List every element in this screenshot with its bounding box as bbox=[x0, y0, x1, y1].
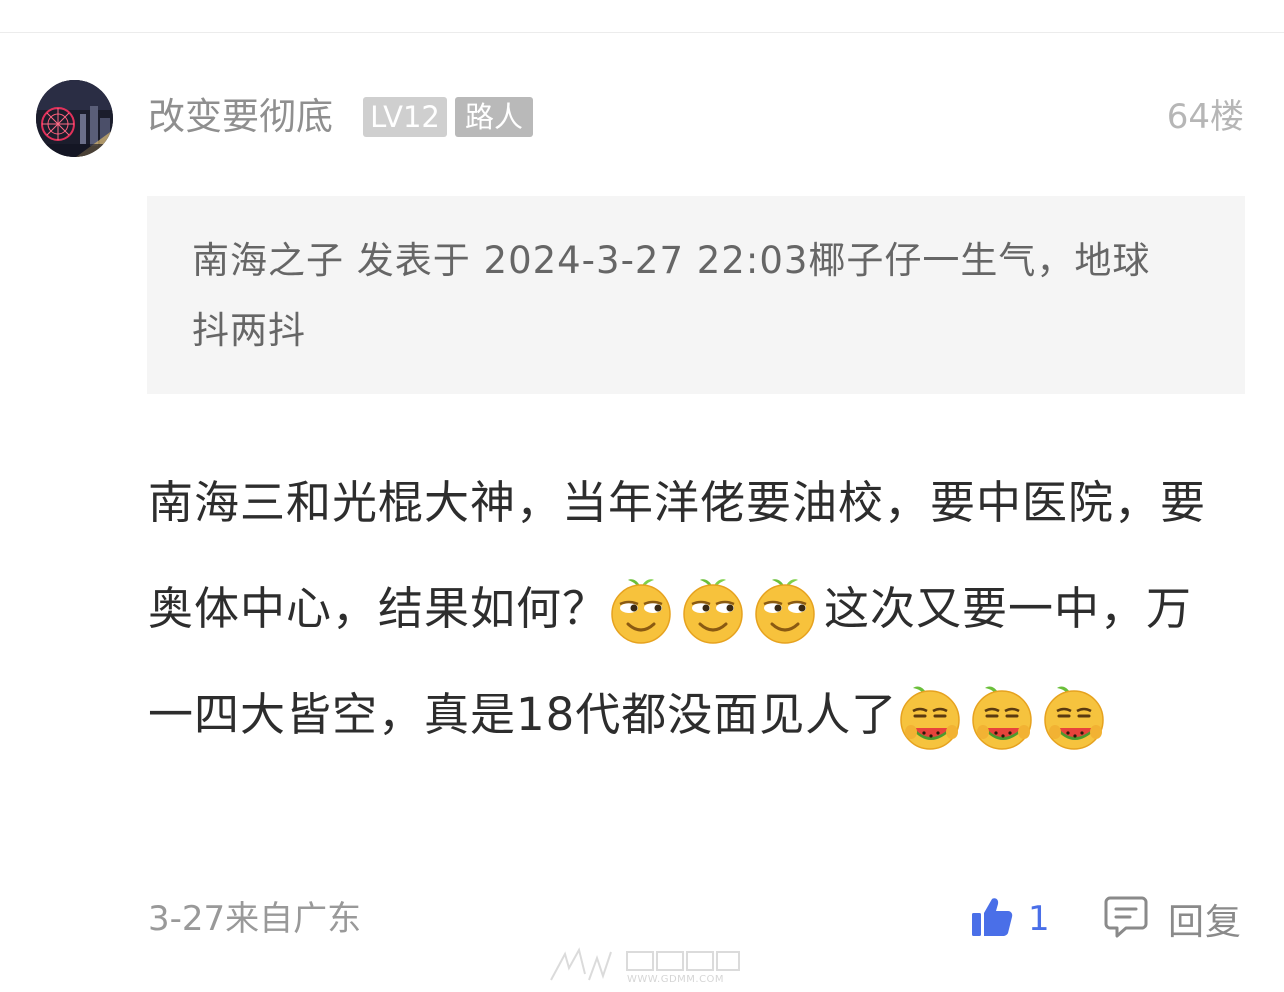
reply-button[interactable]: 回复 bbox=[1104, 893, 1242, 945]
eating-watermelon-emoji-icon bbox=[1041, 680, 1107, 750]
eating-watermelon-emoji-icon bbox=[897, 680, 963, 750]
quote-text: 南海之子 发表于 2024-3-27 22:03椰子仔一生气，地球抖两抖 bbox=[192, 239, 1151, 352]
post-content: 南海三和光棍大神，当年洋佬要油校，要中医院，要奥体中心，结果如何？ 这次又要一中，… bbox=[148, 450, 1208, 768]
title-badge: 路人 bbox=[455, 97, 533, 137]
like-count: 1 bbox=[1028, 899, 1050, 939]
site-watermark: WWW.GDMM.COM bbox=[545, 944, 745, 988]
post-meta: 3-27来自广东 bbox=[148, 899, 362, 939]
top-divider bbox=[0, 32, 1284, 33]
reply-label: 回复 bbox=[1168, 902, 1243, 943]
avatar-image bbox=[36, 80, 113, 157]
smirk-emoji-icon bbox=[752, 574, 818, 644]
thumbs-up-icon bbox=[970, 895, 1014, 943]
level-badge: LV12 bbox=[363, 97, 447, 137]
eating-watermelon-emoji-icon bbox=[969, 680, 1035, 750]
smirk-emoji-icon bbox=[680, 574, 746, 644]
floor-number: 64楼 bbox=[1166, 97, 1244, 137]
quote-block[interactable]: 南海之子 发表于 2024-3-27 22:03椰子仔一生气，地球抖两抖 bbox=[147, 196, 1245, 394]
like-button[interactable]: 1 bbox=[970, 893, 1050, 945]
username[interactable]: 改变要彻底 bbox=[148, 92, 333, 142]
avatar[interactable] bbox=[36, 80, 113, 157]
comment-icon bbox=[1104, 894, 1148, 944]
smirk-emoji-icon bbox=[608, 574, 674, 644]
watermark-url: WWW.GDMM.COM bbox=[627, 974, 725, 985]
